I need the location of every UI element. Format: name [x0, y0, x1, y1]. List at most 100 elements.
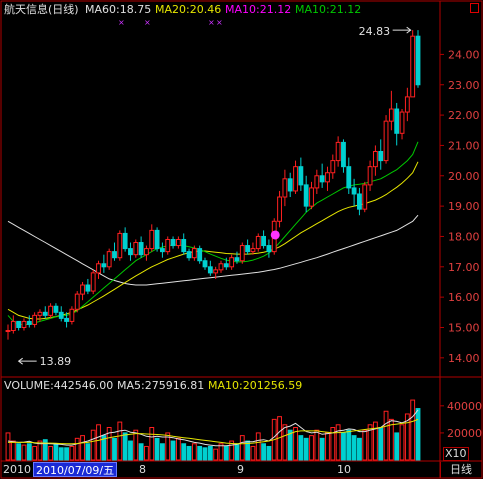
- volume-bar: [122, 432, 128, 461]
- ma60-legend: MA60:18.75: [85, 3, 152, 16]
- candle-body: [383, 120, 389, 162]
- candle-body: [37, 311, 43, 316]
- candle-body: [388, 108, 394, 122]
- volume-bar: [149, 427, 155, 461]
- candle-body: [399, 111, 405, 134]
- candle-body: [181, 238, 187, 253]
- volume-bar: [170, 440, 176, 461]
- candle-body: [266, 245, 272, 253]
- candle-body: [42, 311, 48, 316]
- volume-bar: [234, 443, 240, 461]
- candle-body: [69, 308, 75, 322]
- candle-body: [74, 293, 80, 310]
- volume-bar: [298, 435, 304, 461]
- candle-body: [314, 175, 320, 189]
- candle-body: [255, 235, 261, 250]
- volume-bar: [117, 421, 123, 461]
- candle-body: [154, 229, 160, 250]
- high-price-label: 24.83: [359, 25, 391, 38]
- candle-body: [287, 178, 293, 192]
- volume-bar: [362, 429, 368, 461]
- candle-body: [325, 172, 330, 183]
- volume-bar: [287, 429, 293, 461]
- candle-body: [191, 248, 197, 259]
- signal-marker: ×: [118, 18, 125, 27]
- price-tick-label: 14.00: [448, 352, 480, 365]
- candle-body: [277, 196, 282, 222]
- candle-body: [298, 166, 304, 186]
- candle-body: [229, 257, 235, 268]
- volume-bar: [346, 429, 352, 461]
- candle-body: [394, 108, 400, 134]
- volume-bar: [154, 437, 160, 461]
- signal-marker: ×: [208, 18, 215, 27]
- volume-bar: [112, 437, 117, 461]
- volume-ma10-legend: MA10:201256.59: [208, 379, 303, 392]
- price-axis-layer: 14.00 15.00 16.00 17.00 18.00 19.00 20.00 21.00…: [440, 48, 482, 440]
- candle-body: [335, 141, 341, 162]
- chart-frame: [0, 0, 483, 479]
- stock-title: 航天信息(日线): [4, 3, 79, 16]
- volume-bar: [80, 435, 85, 461]
- candle-body: [250, 248, 256, 253]
- square-icon[interactable]: [470, 3, 479, 13]
- candle-body: [410, 35, 416, 98]
- candle-body: [122, 232, 128, 250]
- candle-body: [53, 305, 59, 313]
- candle-body: [80, 284, 85, 295]
- volume-bar: [32, 445, 38, 461]
- ma10-magenta-legend: MA10:21.12: [225, 3, 292, 16]
- candle-body: [96, 263, 101, 274]
- volume-bar: [261, 443, 267, 461]
- volume-bar: [144, 445, 149, 461]
- candle-body: [170, 238, 176, 247]
- moving-average-layer: [7, 141, 419, 325]
- volume-bar: [383, 410, 389, 461]
- volume-tick-label: 40000: [447, 400, 482, 413]
- volume-bar: [266, 445, 272, 461]
- volume-bar: [159, 443, 165, 461]
- candle-body: [112, 251, 117, 259]
- candle-body: [367, 166, 373, 186]
- candle-body: [58, 311, 64, 319]
- candle-body: [404, 96, 410, 113]
- volume-bar: [341, 432, 346, 461]
- volume-bar: [133, 429, 139, 461]
- candle-body: [90, 272, 96, 292]
- candle-body: [303, 184, 309, 207]
- candle-body: [202, 260, 208, 268]
- volume-bar: [85, 443, 91, 461]
- candle-body: [341, 141, 346, 168]
- volume-legend: VOLUME:442546.00: [4, 379, 114, 392]
- price-tick-label: 22.00: [448, 109, 480, 122]
- tab-daily[interactable]: 日线: [440, 462, 481, 478]
- candle-body: [138, 242, 144, 256]
- candle-body: [106, 251, 112, 268]
- candle-body: [10, 320, 16, 332]
- candle-body: [346, 166, 352, 189]
- volume-bar: [410, 399, 416, 461]
- candle-body: [197, 248, 203, 262]
- candle-body: [85, 284, 91, 292]
- volume-bar: [213, 448, 219, 461]
- ma-line-ma10: [7, 141, 419, 325]
- volume-bar: [314, 429, 320, 461]
- volume-bar: [53, 443, 59, 461]
- candle-body: [245, 245, 251, 253]
- candle-body: [282, 178, 288, 198]
- volume-bar: [16, 443, 22, 461]
- candle-body: [64, 317, 69, 322]
- candle-body: [234, 257, 240, 262]
- candle-body: [223, 263, 229, 268]
- volume-tick-label: 20000: [447, 427, 482, 440]
- signal-marker: ×: [144, 18, 151, 27]
- volume-multiplier: X10: [443, 447, 469, 461]
- candle-body: [319, 175, 325, 183]
- volume-bar: [282, 424, 288, 461]
- volume-bar: [58, 447, 64, 461]
- month-label-10: 10: [337, 463, 351, 476]
- kline-chart[interactable]: 14.00 15.00 16.00 17.00 18.00 19.00 20.00 21.00…: [0, 0, 483, 479]
- volume-bar: [90, 429, 96, 461]
- volume-bar: [128, 440, 133, 461]
- volume-bar: [48, 445, 54, 461]
